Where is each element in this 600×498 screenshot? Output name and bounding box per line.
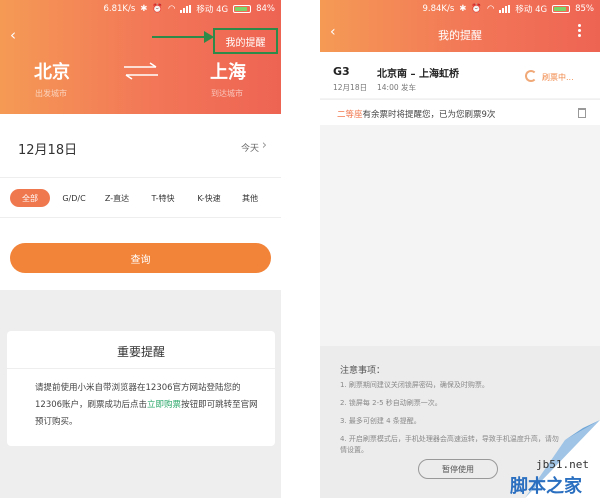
bluetooth-icon: ✱ — [140, 4, 148, 14]
date-selector[interactable]: 12月18日 今天 › — [0, 114, 281, 178]
travel-date: 12月18日 — [18, 143, 78, 158]
today-label: 今天 — [240, 144, 259, 154]
important-notice-card: 重要提醒 请提前使用小米自带浏览器在12306官方网站登陆您的12306账户，刷… — [7, 331, 275, 446]
alarm-icon: ⏰ — [152, 4, 163, 14]
seat-class: 二等座 — [337, 110, 363, 120]
battery-level: 84% — [256, 4, 275, 14]
filter-chip-z[interactable]: Z-直达 — [102, 189, 132, 207]
network-speed: 9.84K/s — [422, 4, 455, 14]
reminder-trip-card[interactable]: G3 12月18日 北京南 – 上海虹桥 14:00 发车 刷票中... — [320, 52, 600, 98]
seat-reminder-row: 二等座有余票时将提醒您，已为您刷票9次 — [320, 99, 600, 125]
departure-city[interactable]: 北京 — [34, 58, 70, 84]
chevron-right-icon: › — [261, 138, 267, 153]
notice-body: 请提前使用小米自带浏览器在12306官方网站登陆您的12306账户，刷票成功后点… — [35, 380, 260, 431]
query-section: 查询 — [0, 218, 281, 290]
trip-route: 北京南 – 上海虹桥 — [377, 69, 459, 80]
ticket-search-screen: 6.81K/s ✱ ⏰ ◠ 移动 4G 84% ‹ 我的提醒 北京 出发城市 上… — [0, 0, 281, 498]
arrival-city-caption: 到达城市 — [211, 89, 243, 98]
status-bar: 9.84K/s ✱ ⏰ ◠ 移动 4G 85% — [320, 0, 600, 18]
departure-city-caption: 出发城市 — [35, 89, 67, 98]
train-type-filter: 全部 G/D/C Z-直达 T-特快 K-快速 其他 — [0, 178, 281, 218]
seat-reminder-message: 有余票时将提醒您，已为您刷票9次 — [362, 110, 496, 120]
departure-time: 14:00 发车 — [377, 83, 416, 92]
battery-icon — [233, 5, 252, 13]
seat-reminder-text: 二等座有余票时将提醒您，已为您刷票9次 — [337, 108, 495, 120]
page-title: 我的提醒 — [438, 29, 482, 42]
buy-now-link[interactable]: 立即购票 — [147, 400, 181, 410]
watermark-site: jb51.net — [536, 458, 589, 471]
filter-chip-all[interactable]: 全部 — [10, 189, 50, 207]
screenshot-composite: 6.81K/s ✱ ⏰ ◠ 移动 4G 84% ‹ 我的提醒 北京 出发城市 上… — [0, 0, 600, 498]
annotation-arrow-icon — [152, 31, 214, 43]
filter-chip-k[interactable]: K-快速 — [192, 189, 226, 207]
alarm-icon: ⏰ — [471, 4, 482, 14]
trip-date: 12月18日 — [333, 83, 368, 92]
signal-icon — [499, 5, 511, 13]
more-options-icon[interactable] — [578, 24, 582, 38]
my-reminders-label: 我的提醒 — [225, 37, 266, 49]
battery-icon — [552, 5, 571, 13]
my-reminders-button[interactable]: 我的提醒 — [213, 28, 278, 54]
pause-button[interactable]: 暂停使用 — [418, 459, 498, 479]
delete-icon[interactable] — [578, 108, 586, 118]
refresh-status: 刷票中... — [542, 73, 574, 82]
notes-title: 注意事项： — [340, 366, 386, 376]
swap-cities-icon[interactable] — [122, 62, 160, 80]
battery-level: 85% — [575, 4, 594, 14]
status-bar: 6.81K/s ✱ ⏰ ◠ 移动 4G 84% — [0, 0, 281, 18]
carrier-label: 移动 4G — [515, 5, 548, 15]
reminders-header: 9.84K/s ✱ ⏰ ◠ 移动 4G 85% ‹ 我的提醒 — [320, 0, 600, 52]
back-icon[interactable]: ‹ — [10, 26, 16, 44]
notice-title: 重要提醒 — [116, 345, 165, 359]
note-item: 2. 锁屏每 2-5 秒自动刷票一次。 — [340, 399, 442, 407]
network-speed: 6.81K/s — [103, 4, 136, 14]
train-number: G3 — [333, 65, 350, 78]
filter-chip-gdc[interactable]: G/D/C — [58, 189, 90, 207]
arrival-city[interactable]: 上海 — [210, 58, 246, 84]
loading-spinner-icon — [525, 70, 537, 82]
filter-chip-other[interactable]: 其他 — [238, 189, 262, 207]
wifi-icon: ◠ — [167, 4, 176, 14]
wifi-icon: ◠ — [486, 4, 495, 14]
filter-chip-t[interactable]: T-特快 — [146, 189, 180, 207]
bluetooth-icon: ✱ — [459, 4, 467, 14]
route-header: 6.81K/s ✱ ⏰ ◠ 移动 4G 84% ‹ 我的提醒 北京 出发城市 上… — [0, 0, 281, 114]
watermark-name: 脚本之家 — [510, 476, 582, 497]
carrier-label: 移动 4G — [196, 5, 229, 15]
query-button[interactable]: 查询 — [10, 243, 271, 273]
note-item: 1. 刷票期间建议关闭锁屏密码，确保及时购票。 — [340, 381, 489, 389]
notice-divider — [7, 368, 275, 369]
signal-icon — [180, 5, 192, 13]
